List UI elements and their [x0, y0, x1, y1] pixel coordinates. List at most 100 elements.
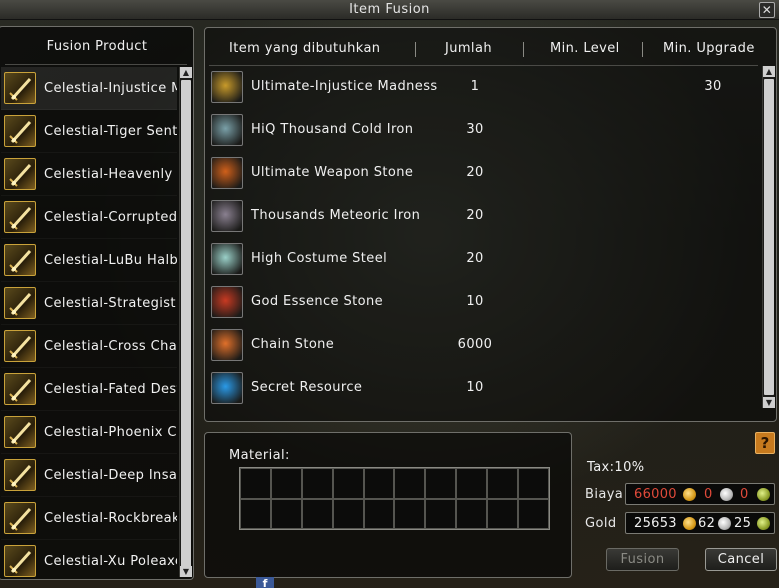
close-button[interactable]: ✕	[759, 2, 775, 18]
material-slot[interactable]	[270, 498, 302, 529]
material-slot[interactable]	[518, 468, 549, 499]
fusion-product-label: Celestial-Rockbreaker	[44, 510, 177, 526]
fusion-product-label: Celestial-Cross Charge	[44, 338, 177, 354]
fusion-product-item[interactable]: Celestial-Fated Destru	[1, 368, 177, 411]
column-separator	[523, 42, 524, 57]
product-scroll-thumb[interactable]	[181, 80, 191, 568]
fusion-product-list: Celestial-Injustice Mad Celestial-Tiger S…	[1, 67, 177, 577]
required-item-name: Ultimate Weapon Stone	[251, 165, 414, 180]
fusion-product-item[interactable]: Celestial-Tiger Sentim	[1, 110, 177, 153]
fusion-product-item[interactable]: Celestial-LuBu Halberd	[1, 239, 177, 282]
scroll-down-arrow-icon[interactable]: ▼	[180, 566, 192, 577]
scroll-up-arrow-icon[interactable]: ▲	[763, 66, 775, 77]
fusion-product-label: Celestial-Deep Insanity	[44, 467, 177, 483]
gold-coin-icon	[683, 488, 696, 501]
required-item-name: High Costume Steel	[251, 251, 388, 266]
fusion-product-label: Celestial-Corrupted W	[44, 209, 177, 225]
material-slot[interactable]	[518, 498, 549, 529]
scroll-up-arrow-icon[interactable]: ▲	[180, 67, 192, 78]
biaya-label: Biaya	[585, 487, 624, 502]
required-item-row[interactable]: HiQ Thousand Cold Iron 30	[205, 108, 762, 151]
required-item-row[interactable]: God Essence Stone 10	[205, 280, 762, 323]
required-item-qty: 20	[466, 165, 484, 180]
material-slot[interactable]	[332, 468, 364, 499]
fire-stone-icon	[211, 157, 243, 189]
required-item-row[interactable]: Ultimate-Injustice Madness 1 30	[205, 65, 762, 108]
required-scroll-thumb[interactable]	[764, 79, 774, 395]
material-slot[interactable]	[425, 498, 457, 529]
fusion-product-item[interactable]: Celestial-Rockbreaker	[1, 497, 177, 540]
crystal-icon	[211, 372, 243, 404]
fusion-product-item[interactable]: Celestial-Cross Charge	[1, 325, 177, 368]
fusion-product-item[interactable]: Celestial-Xu Poleaxe	[1, 540, 177, 577]
bronze-coin-icon	[757, 488, 770, 501]
required-items-scrollbar[interactable]: ▲ ▼	[762, 66, 775, 408]
gold-label: Gold	[585, 516, 617, 531]
material-slot[interactable]	[363, 498, 395, 529]
required-item-name: Thousands Meteoric Iron	[251, 208, 421, 223]
gold-bronze-amount: 25	[734, 516, 752, 531]
halberd-icon	[4, 244, 36, 276]
material-slot[interactable]	[394, 498, 426, 529]
fusion-button[interactable]: Fusion	[606, 548, 679, 571]
required-item-row[interactable]: Thousands Meteoric Iron 20	[205, 194, 762, 237]
required-item-name: Ultimate-Injustice Madness	[251, 79, 438, 94]
material-slot[interactable]	[270, 468, 302, 499]
required-item-row[interactable]: High Costume Steel 20	[205, 237, 762, 280]
fusion-product-item[interactable]: Celestial-Heavenly Sw	[1, 153, 177, 196]
material-slot[interactable]	[363, 468, 395, 499]
required-item-name: Secret Resource	[251, 380, 363, 395]
biaya-cost-box: 66000 0 0	[625, 483, 775, 505]
column-min-level: Min. Level	[550, 41, 620, 56]
material-panel: Material:	[204, 432, 572, 578]
material-slot[interactable]	[456, 498, 488, 529]
product-list-scrollbar[interactable]: ▲ ▼	[179, 67, 192, 577]
material-slot[interactable]	[394, 468, 426, 499]
material-slot[interactable]	[301, 498, 333, 529]
scroll-down-arrow-icon[interactable]: ▼	[763, 397, 775, 408]
sword-icon	[4, 115, 36, 147]
biaya-silver-amount: 0	[704, 487, 713, 502]
fusion-product-item[interactable]: Celestial-Corrupted W	[1, 196, 177, 239]
fusion-product-label: Celestial-Fated Destru	[44, 381, 177, 397]
material-slot[interactable]	[240, 498, 271, 529]
biaya-bronze-amount: 0	[740, 487, 749, 502]
gold-silver-amount: 62	[698, 516, 716, 531]
tax-rate: Tax:10%	[587, 460, 645, 475]
fusion-product-panel: Fusion Product Celestial-Injustice MadCe…	[0, 26, 194, 580]
fusion-product-label: Celestial-Xu Poleaxe	[44, 553, 177, 569]
column-separator	[415, 42, 416, 57]
required-item-row[interactable]: Secret Resource 10	[205, 366, 762, 409]
required-item-row[interactable]: Chain Stone 6000	[205, 323, 762, 366]
facebook-icon[interactable]: f	[256, 577, 274, 588]
gold-coin-icon	[683, 517, 696, 530]
fusion-product-item[interactable]: Celestial-Injustice Mad	[1, 67, 177, 110]
chain-stone-icon	[211, 329, 243, 361]
sword-icon	[4, 201, 36, 233]
column-min-upgrade: Min. Upgrade	[663, 41, 755, 56]
required-item-row[interactable]: Ultimate Weapon Stone 20	[205, 151, 762, 194]
material-slot[interactable]	[240, 468, 271, 499]
required-item-qty: 20	[466, 208, 484, 223]
cancel-button[interactable]: Cancel	[705, 548, 777, 571]
window-titlebar: Item Fusion ✕	[0, 0, 779, 20]
sword-icon	[211, 71, 243, 103]
required-item-qty: 20	[466, 251, 484, 266]
fusion-product-item[interactable]: Celestial-Phoenix Chain	[1, 411, 177, 454]
silver-coin-icon	[718, 517, 731, 530]
material-slot[interactable]	[332, 498, 364, 529]
bronze-coin-icon	[757, 517, 770, 530]
required-items-panel: Item yang dibutuhkan Jumlah Min. Level M…	[204, 27, 777, 422]
material-slot-grid	[239, 467, 550, 530]
essence-stone-icon	[211, 286, 243, 318]
required-item-qty: 30	[466, 122, 484, 137]
material-slot[interactable]	[301, 468, 333, 499]
material-slot[interactable]	[487, 468, 519, 499]
material-slot[interactable]	[425, 468, 457, 499]
material-slot[interactable]	[456, 468, 488, 499]
required-items-header: Item yang dibutuhkan Jumlah Min. Level M…	[205, 41, 762, 59]
fusion-product-item[interactable]: Celestial-Strategist Ve	[1, 282, 177, 325]
fusion-product-item[interactable]: Celestial-Deep Insanity	[1, 454, 177, 497]
material-slot[interactable]	[487, 498, 519, 529]
help-button[interactable]: ?	[755, 432, 775, 454]
